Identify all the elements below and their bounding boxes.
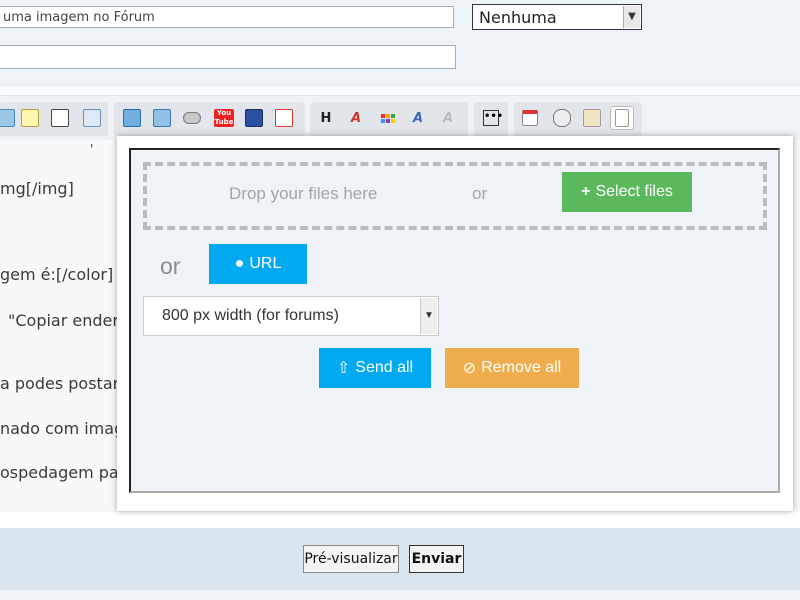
chevron-down-icon[interactable]: ▼ [623, 6, 640, 28]
chevron-down-icon[interactable]: ▼ [420, 298, 437, 334]
toolbar-group-1 [0, 102, 108, 136]
table-add-icon[interactable] [80, 106, 104, 130]
heading-icon[interactable]: H [314, 106, 338, 130]
footer-bar [0, 528, 800, 590]
source-mode-icon[interactable] [610, 106, 634, 130]
ban-icon: ⊘ [462, 360, 477, 377]
dailymotion-icon[interactable] [242, 106, 266, 130]
more-options-icon[interactable]: ••• [479, 106, 503, 130]
editor-line: nado com image [0, 419, 135, 438]
clock-icon[interactable] [550, 106, 574, 130]
link-icon[interactable] [180, 106, 204, 130]
flash-icon[interactable] [272, 106, 296, 130]
or-text: or [472, 184, 488, 203]
divider [0, 87, 800, 96]
editor-line: ' [90, 142, 94, 156]
copy-icon[interactable] [580, 106, 604, 130]
uploader-panel: Drop your files here or + Select files o… [129, 148, 780, 493]
editor-line: "Copiar endere [8, 311, 129, 330]
font-family-icon[interactable]: A [406, 106, 430, 130]
send-all-button[interactable]: ⇧ Send all [319, 348, 431, 388]
select-files-button[interactable]: + Select files [562, 172, 692, 212]
url-button[interactable]: ● URL [209, 244, 307, 284]
image-add-icon[interactable] [150, 106, 174, 130]
width-select-value: 800 px width (for forums) [162, 307, 339, 324]
toolbar-group-2: You Tube [114, 102, 305, 136]
preview-button[interactable]: Pré-visualizar [303, 545, 399, 573]
drop-text: Drop your files here [229, 184, 378, 203]
description-input[interactable] [0, 45, 456, 69]
remove-format-icon[interactable]: A [436, 106, 460, 130]
divider [0, 512, 800, 528]
remove-all-button[interactable]: ⊘ Remove all [445, 348, 579, 388]
width-select[interactable]: 800 px width (for forums) ▼ [143, 296, 439, 336]
image-upload-popup: Drop your files here or + Select files o… [117, 136, 793, 511]
drop-zone[interactable]: Drop your files here or + Select files [143, 162, 767, 230]
toolbar-group-4: ••• [474, 102, 508, 136]
youtube-icon[interactable]: You Tube [212, 106, 236, 130]
pen-icon[interactable] [48, 106, 72, 130]
toolbar-group-5 [514, 102, 642, 136]
image-upload-icon[interactable] [120, 106, 144, 130]
toolbar-group-3: H A A A [310, 102, 468, 136]
color-palette-icon[interactable] [376, 106, 400, 130]
font-size-icon[interactable]: A [344, 106, 368, 130]
calendar-icon[interactable] [518, 106, 542, 130]
editor-line: gem é:[/color] [0, 265, 114, 284]
plus-icon: + [581, 183, 591, 200]
note-icon[interactable] [18, 106, 42, 130]
icon-select-value: Nenhuma [479, 8, 557, 27]
upload-icon: ⇧ [336, 360, 351, 377]
editor-line: a podes postar [0, 374, 120, 393]
submit-button[interactable]: Enviar [409, 545, 464, 573]
editor-line: ospedagem pad [0, 463, 129, 482]
subject-input[interactable]: uma imagem no Fórum [0, 6, 454, 28]
editor-line: mg[/img] [0, 179, 74, 198]
list-icon[interactable] [0, 106, 18, 130]
icon-select[interactable]: Nenhuma ▼ [472, 4, 642, 30]
globe-icon: ● [234, 255, 245, 272]
or-text: or [160, 253, 181, 279]
